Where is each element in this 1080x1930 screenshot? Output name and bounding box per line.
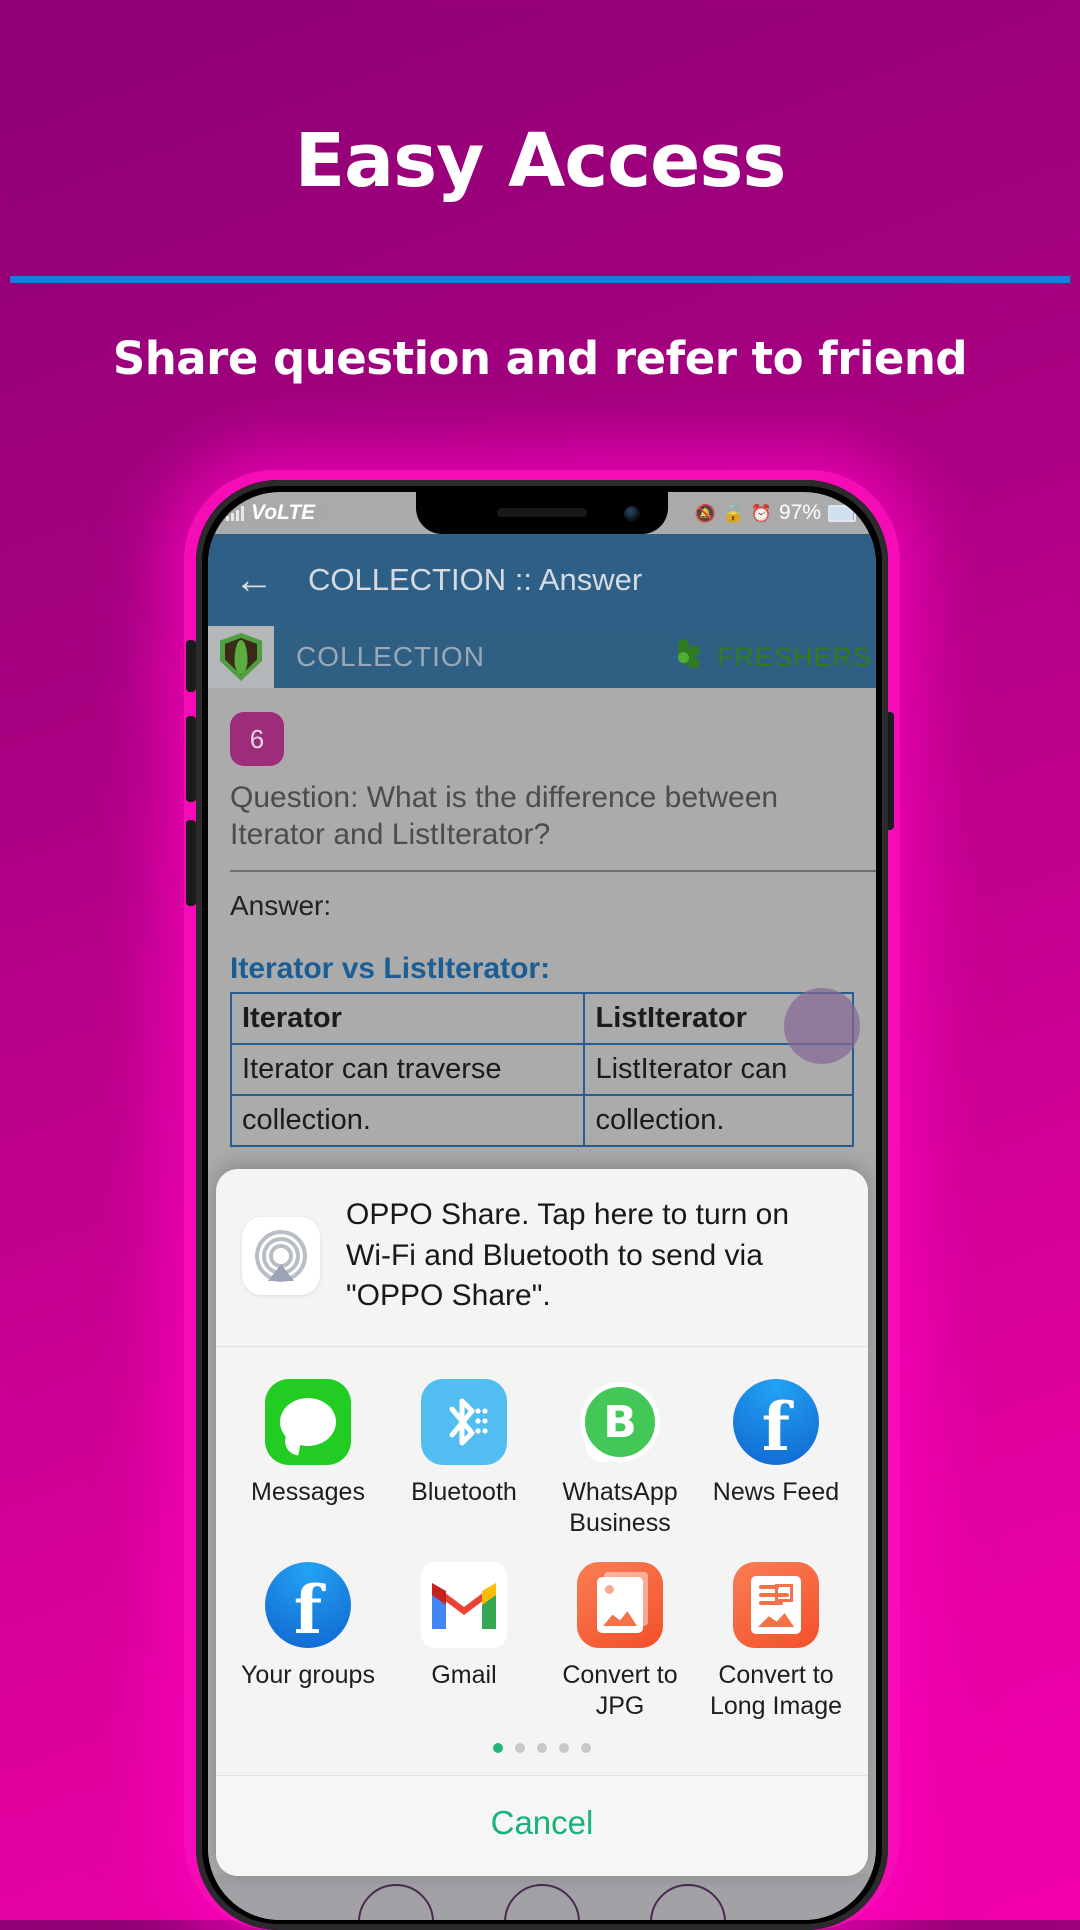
phone-button-volume-down bbox=[186, 820, 196, 906]
flower-aperture-icon bbox=[669, 639, 703, 672]
share-target-whatsapp-business[interactable]: B WhatsApp Business bbox=[542, 1369, 698, 1552]
table-cell: collection. bbox=[229, 1093, 586, 1147]
share-target-label: Bluetooth bbox=[411, 1478, 517, 1506]
battery-percent-label: 97% bbox=[778, 501, 821, 524]
share-target-bluetooth[interactable]: Bluetooth bbox=[386, 1369, 542, 1552]
status-bar-left: VoLTE bbox=[222, 499, 328, 527]
table-header-cell: Iterator bbox=[229, 991, 586, 1045]
page-dot[interactable] bbox=[559, 1743, 569, 1753]
share-targets-row: f Your groups Gmail Convert to JPG Conve… bbox=[230, 1552, 854, 1735]
mongodb-leaf-icon bbox=[208, 626, 274, 688]
signal-bars-icon bbox=[226, 505, 244, 521]
app-bar-title: COLLECTION :: Answer bbox=[308, 562, 643, 597]
front-camera bbox=[624, 506, 640, 522]
whatsapp-business-icon: B bbox=[577, 1379, 663, 1465]
share-target-news-feed[interactable]: f News Feed bbox=[698, 1369, 854, 1552]
category-label: FRESHERS bbox=[716, 641, 872, 672]
share-target-label: Gmail bbox=[431, 1661, 497, 1689]
status-bar-right: 🔕 🔒 ⏰ 97% bbox=[688, 499, 862, 527]
navigation-bar bbox=[208, 1874, 876, 1920]
category-bar: COLLECTION FRESHERS bbox=[208, 626, 876, 688]
share-target-convert-to-long-image[interactable]: Convert to Long Image bbox=[698, 1552, 854, 1735]
answer-heading: Iterator vs ListIterator: bbox=[230, 951, 551, 985]
nav-circle[interactable] bbox=[504, 1884, 580, 1920]
comparison-table: Iterator ListIterator Iterator can trave… bbox=[229, 991, 854, 1147]
share-target-label: Convert to JPG bbox=[562, 1661, 678, 1720]
gmail-icon bbox=[421, 1562, 507, 1648]
phone-notch bbox=[416, 492, 668, 534]
title-divider bbox=[10, 276, 1070, 283]
page-dot[interactable] bbox=[493, 1743, 503, 1753]
oppo-share-text: OPPO Share. Tap here to turn on Wi-Fi an… bbox=[346, 1198, 790, 1312]
share-target-convert-to-jpg[interactable]: Convert to JPG bbox=[542, 1552, 698, 1735]
oppo-share-radar-icon bbox=[242, 1216, 320, 1295]
collection-label: COLLECTION bbox=[296, 641, 485, 672]
table-row: collection. collection. bbox=[229, 1093, 854, 1147]
share-target-label: Your groups bbox=[241, 1661, 375, 1689]
category-right: FRESHERS bbox=[669, 639, 876, 673]
share-target-label: Messages bbox=[251, 1478, 365, 1506]
earpiece-speaker bbox=[497, 508, 587, 517]
app-bar: ← COLLECTION :: Answer bbox=[208, 534, 876, 626]
oppo-share-banner[interactable]: OPPO Share. Tap here to turn on Wi-Fi an… bbox=[216, 1169, 868, 1347]
question-number-badge: 6 bbox=[230, 712, 284, 766]
share-target-label: News Feed bbox=[712, 1478, 840, 1506]
page-dot[interactable] bbox=[515, 1743, 525, 1753]
cancel-button[interactable]: Cancel bbox=[216, 1776, 868, 1876]
page-title: Easy Access bbox=[294, 118, 787, 204]
battery-icon bbox=[828, 504, 859, 522]
page-indicator[interactable] bbox=[230, 1735, 854, 1769]
page-dot[interactable] bbox=[537, 1743, 547, 1753]
nav-circle[interactable] bbox=[650, 1884, 726, 1920]
page-subtitle: Share question and refer to friend bbox=[112, 332, 968, 385]
rotation-lock-icon: 🔒 bbox=[722, 503, 744, 523]
cancel-section: Cancel bbox=[216, 1775, 868, 1876]
mute-bell-icon: 🔕 bbox=[694, 503, 716, 523]
content-divider bbox=[230, 869, 876, 872]
table-cell: collection. bbox=[583, 1093, 854, 1147]
alarm-clock-icon: ⏰ bbox=[750, 503, 772, 523]
share-target-label: Convert to Long Image bbox=[709, 1661, 843, 1720]
facebook-news-feed-icon: f bbox=[733, 1379, 819, 1465]
bluetooth-icon bbox=[421, 1379, 507, 1465]
table-cell: Iterator can traverse bbox=[229, 1042, 586, 1096]
page-dot[interactable] bbox=[581, 1743, 591, 1753]
phone-screen: VoLTE 🔕 🔒 ⏰ 97% ← COLLECTION :: Answer C… bbox=[208, 492, 876, 1920]
network-label: VoLTE bbox=[251, 501, 316, 524]
nav-circle[interactable] bbox=[358, 1884, 434, 1920]
phone-button-silent bbox=[186, 640, 196, 692]
share-target-messages[interactable]: Messages bbox=[230, 1369, 386, 1552]
facebook-groups-icon: f bbox=[265, 1562, 351, 1648]
share-targets: Messages Bluetooth B WhatsApp Business f… bbox=[216, 1347, 868, 1775]
table-header-row: Iterator ListIterator bbox=[229, 991, 854, 1045]
share-sheet: OPPO Share. Tap here to turn on Wi-Fi an… bbox=[216, 1169, 868, 1876]
convert-to-jpg-icon bbox=[577, 1562, 663, 1648]
phone-button-volume-up bbox=[186, 716, 196, 802]
messages-icon bbox=[265, 1379, 351, 1465]
convert-to-long-image-icon bbox=[733, 1562, 819, 1648]
share-target-gmail[interactable]: Gmail bbox=[386, 1552, 542, 1735]
question-text: Question: What is the difference between… bbox=[230, 781, 779, 851]
table-row: Iterator can traverse ListIterator can bbox=[229, 1042, 854, 1096]
back-arrow-icon[interactable]: ← bbox=[234, 560, 274, 600]
share-targets-row: Messages Bluetooth B WhatsApp Business f… bbox=[230, 1369, 854, 1552]
share-target-your-groups[interactable]: f Your groups bbox=[230, 1552, 386, 1735]
answer-label: Answer: bbox=[230, 889, 332, 921]
floating-action-button[interactable] bbox=[784, 988, 860, 1064]
share-target-label: WhatsApp Business bbox=[562, 1478, 678, 1537]
